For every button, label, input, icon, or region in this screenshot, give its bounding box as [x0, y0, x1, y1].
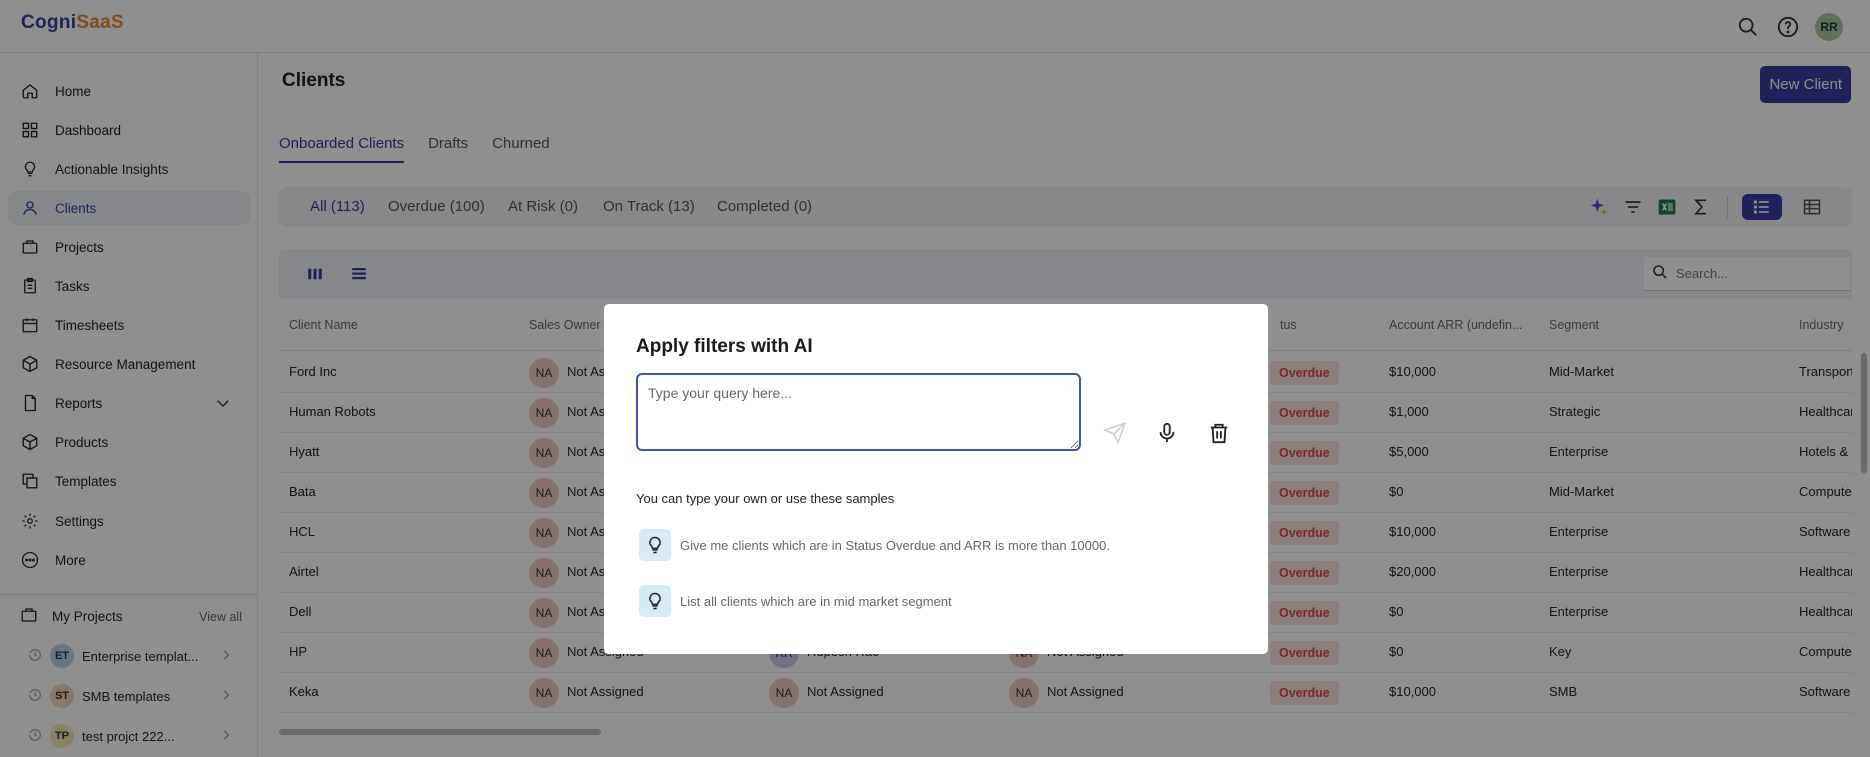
send-icon[interactable] — [1101, 419, 1129, 447]
sample-query[interactable]: Give me clients which are in Status Over… — [639, 528, 1199, 562]
ai-query-input[interactable] — [636, 373, 1081, 451]
bulb-icon — [639, 529, 671, 561]
bulb-icon — [639, 585, 671, 617]
microphone-icon[interactable] — [1153, 419, 1181, 447]
modal-title: Apply filters with AI — [636, 336, 813, 357]
trash-icon[interactable] — [1205, 419, 1233, 447]
samples-heading: You can type your own or use these sampl… — [636, 491, 895, 506]
sample-query[interactable]: List all clients which are in mid market… — [639, 584, 1199, 618]
ai-filter-modal: Apply filters with AI You can type your … — [604, 304, 1268, 654]
